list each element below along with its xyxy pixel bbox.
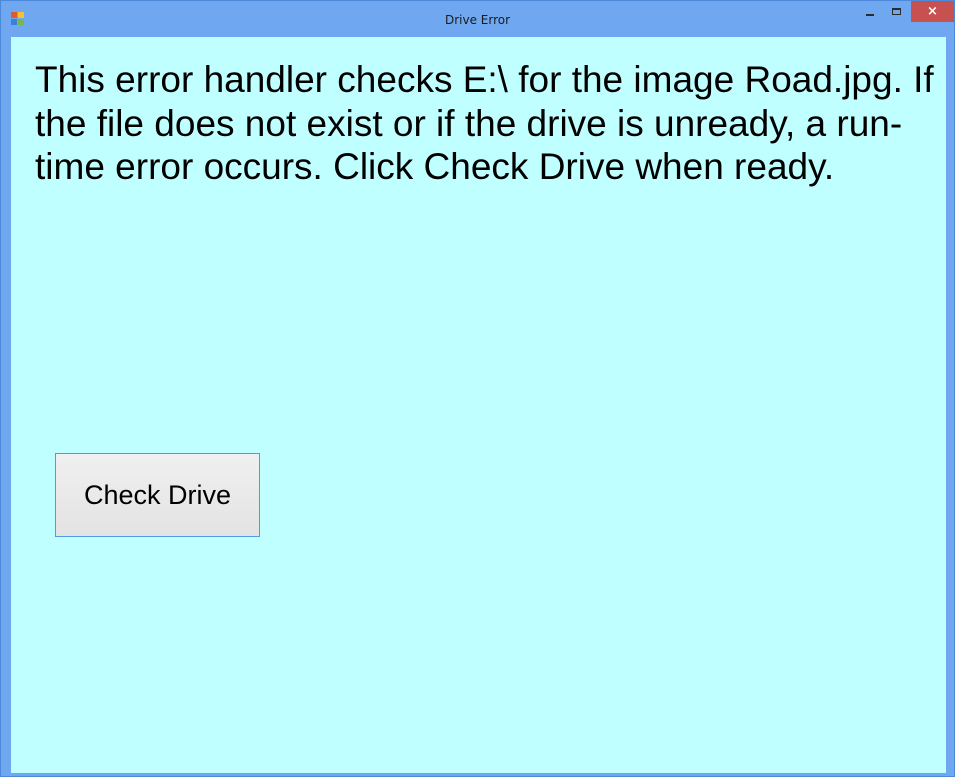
window-title: Drive Error: [444, 13, 511, 27]
drive-error-window: Drive Error × This error handler checks …: [0, 0, 955, 777]
maximize-icon: [891, 8, 901, 15]
check-drive-button[interactable]: Check Drive: [55, 453, 260, 537]
minimize-button[interactable]: [857, 1, 883, 22]
minimize-icon: [866, 13, 874, 16]
app-icon[interactable]: [11, 12, 24, 25]
form-client-area: This error handler checks E:\ for the im…: [11, 37, 946, 773]
close-icon: ×: [927, 4, 938, 19]
title-bar[interactable]: Drive Error ×: [1, 1, 954, 37]
close-button[interactable]: ×: [911, 1, 954, 22]
maximize-button[interactable]: [883, 1, 909, 22]
error-message-label: This error handler checks E:\ for the im…: [35, 59, 934, 187]
